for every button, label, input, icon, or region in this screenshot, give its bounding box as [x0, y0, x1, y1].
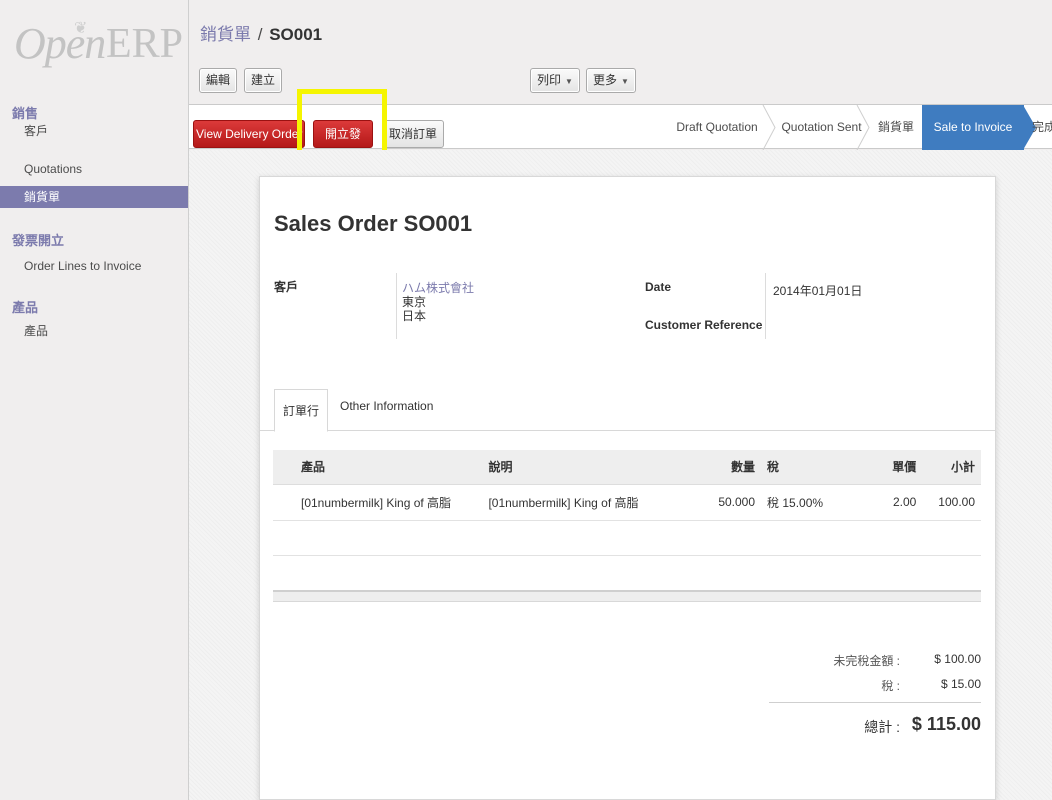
date-value: 2014年01月01日 — [773, 284, 863, 298]
tax-label: 稅 : — [881, 679, 900, 693]
totals-divider — [769, 702, 981, 703]
order-lines-table: 產品 說明 數量 稅 單價 小計 [01numbermilk] King of … — [273, 450, 981, 521]
chevron-down-icon: ▼ — [621, 77, 629, 86]
cell-unit-price: 2.00 — [848, 484, 923, 521]
view-delivery-order-button[interactable]: View Delivery Order — [193, 120, 305, 148]
logo-open-text: Open — [14, 19, 106, 68]
stage-draft-quotation[interactable]: Draft Quotation — [667, 105, 767, 150]
customer-country: 日本 — [402, 309, 427, 323]
sidebar-section-invoicing: 發票開立 — [12, 233, 65, 248]
print-dropdown[interactable]: 列印 ▼ — [530, 68, 580, 93]
cell-description: [01numbermilk] King of 高脂 — [482, 484, 692, 521]
cell-product: [01numbermilk] King of 高脂 — [273, 484, 483, 521]
stage-done[interactable]: 完成 — [1032, 105, 1052, 150]
openerp-logo[interactable]: Open ❦ ERP — [14, 18, 184, 78]
cancel-order-button[interactable]: 取消訂單 — [382, 120, 444, 148]
column-header-description[interactable]: 說明 — [482, 450, 692, 485]
title-prefix: Sales Order — [274, 211, 398, 236]
total-value: $ 115.00 — [911, 714, 981, 734]
stage-sales-order[interactable]: 銷貨單 — [870, 105, 922, 150]
column-header-quantity[interactable]: 數量 — [691, 450, 762, 485]
tab-other-information[interactable]: Other Information — [340, 399, 433, 413]
breadcrumb-current: SO001 — [269, 25, 323, 44]
customer-label: 客戶 — [274, 280, 299, 294]
table-footer — [273, 590, 981, 602]
create-button[interactable]: 建立 — [244, 68, 283, 93]
sidebar-item-customers[interactable]: 客戶 — [0, 122, 188, 140]
tab-order-lines[interactable]: 訂單行 — [274, 389, 329, 432]
table-row[interactable]: [01numbermilk] King of 高脂 [01numbermilk]… — [273, 484, 981, 521]
form-content-area: Sales Order SO001 客戶 ハム株式會社 東京 日本 Date 2… — [189, 150, 1052, 800]
form-sheet: Sales Order SO001 客戶 ハム株式會社 東京 日本 Date 2… — [259, 176, 996, 800]
chevron-down-icon: ▼ — [565, 77, 573, 86]
more-dropdown[interactable]: 更多 ▼ — [586, 68, 636, 93]
breadcrumb: 銷貨單 / SO001 — [200, 20, 322, 45]
breadcrumb-parent[interactable]: 銷貨單 — [200, 25, 251, 44]
edit-button[interactable]: 編輯 — [199, 68, 238, 93]
sidebar-section-products: 產品 — [12, 300, 39, 315]
print-label: 列印 — [537, 73, 562, 87]
column-header-unit-price[interactable]: 單價 — [848, 450, 923, 485]
logo-erp-text: ERP — [106, 21, 184, 67]
stage-quotation-sent[interactable]: Quotation Sent — [774, 105, 869, 150]
customer-reference-label: Customer Reference — [645, 318, 763, 332]
cell-tax: 稅 15.00% — [761, 484, 849, 521]
sidebar-section-sales: 銷售 — [12, 106, 39, 121]
sidebar-item-order-lines-to-invoice[interactable]: Order Lines to Invoice — [0, 257, 188, 275]
more-label: 更多 — [593, 73, 618, 87]
divider — [765, 273, 766, 339]
title-number: SO001 — [403, 211, 473, 236]
column-header-tax[interactable]: 稅 — [761, 450, 849, 485]
form-tabs: 訂單行 Other Information — [260, 385, 995, 432]
page-title: Sales Order SO001 — [274, 211, 472, 237]
logo-swirl-icon: ❦ — [74, 20, 88, 37]
divider — [396, 273, 397, 339]
untaxed-amount-value: $ 100.00 — [934, 652, 981, 666]
sidebar: Open ❦ ERP 銷售 客戶 Quotations 銷貨單 發票開立 Ord… — [0, 0, 189, 800]
breadcrumb-separator: / — [257, 25, 263, 44]
column-header-subtotal[interactable]: 小計 — [922, 450, 981, 485]
stage-separator-icon — [856, 105, 870, 150]
cell-quantity: 50.000 — [691, 484, 762, 521]
table-header-row: 產品 說明 數量 稅 單價 小計 — [273, 450, 981, 485]
sidebar-item-quotations[interactable]: Quotations — [0, 160, 188, 178]
date-label: Date — [645, 280, 672, 294]
sidebar-item-sales-orders[interactable]: 銷貨單 — [0, 186, 188, 208]
sidebar-item-products[interactable]: 產品 — [0, 322, 188, 340]
stage-sale-to-invoice[interactable]: Sale to Invoice — [922, 105, 1024, 150]
column-header-product[interactable]: 產品 — [273, 450, 483, 485]
untaxed-amount-label: 未完稅金額 : — [833, 654, 900, 668]
empty-row-divider — [273, 555, 981, 556]
cell-subtotal: 100.00 — [922, 484, 981, 521]
tax-value: $ 15.00 — [940, 677, 981, 691]
